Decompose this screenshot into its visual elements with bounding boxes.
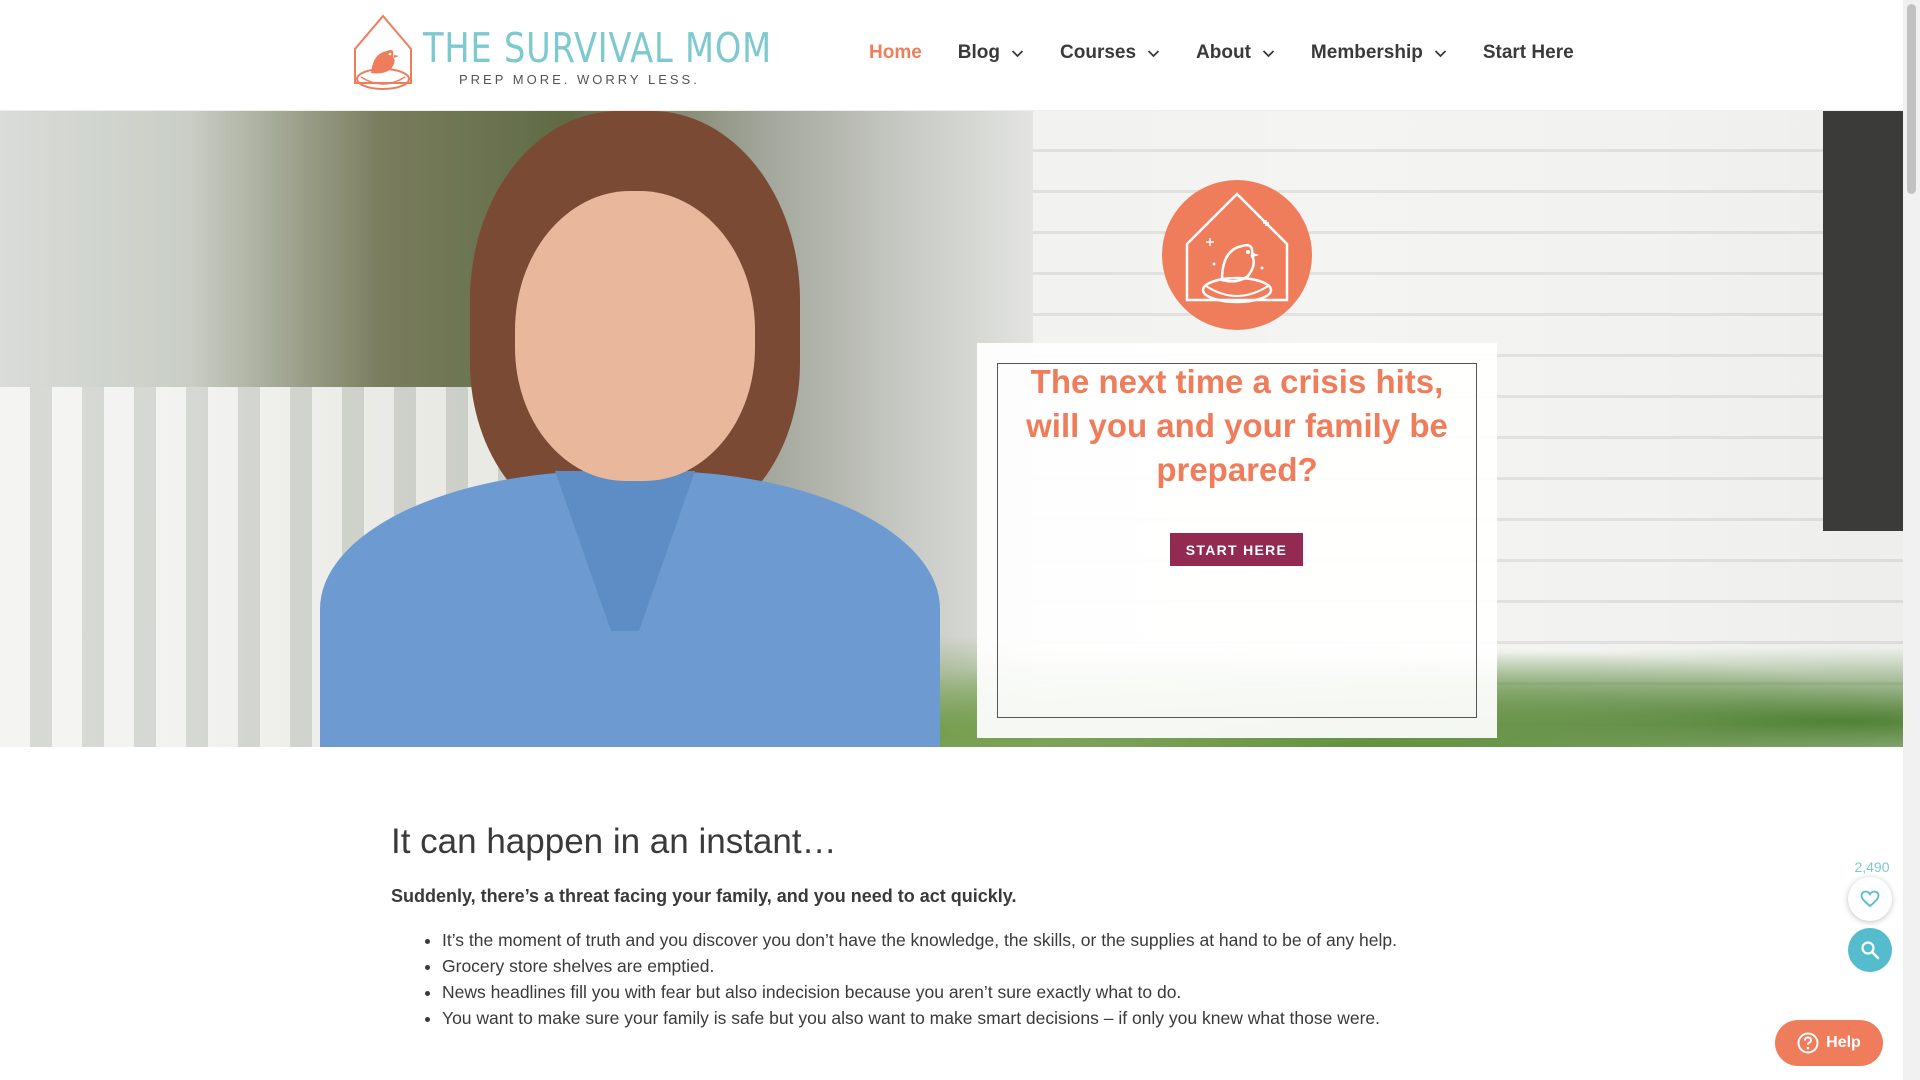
nav-item-about[interactable]: About — [1196, 42, 1275, 64]
hero-background-window — [1823, 111, 1903, 531]
main-nav: Home Blog Courses About Membership Start… — [869, 42, 1574, 64]
nav-item-label: Home — [869, 42, 922, 63]
page-scrollbar[interactable] — [1903, 0, 1920, 1080]
list-item: It’s the moment of truth and you discove… — [442, 927, 1551, 953]
nav-item-blog[interactable]: Blog — [958, 42, 1024, 64]
nav-item-label: Courses — [1060, 42, 1137, 63]
scrollbar-thumb[interactable] — [1907, 4, 1916, 194]
logo-title: THE SURVIVAL MOM — [423, 23, 772, 72]
nav-item-label: Blog — [957, 42, 1001, 63]
nav-item-label: About — [1196, 42, 1251, 63]
hero-headline: The next time a crisis hits, will you an… — [1026, 363, 1448, 488]
list-item: Grocery store shelves are emptied. — [442, 953, 1551, 979]
chevron-down-icon — [1434, 49, 1446, 57]
chevron-down-icon — [1147, 49, 1160, 57]
content-heading: It can happen in an instant… — [391, 822, 837, 861]
heart-icon — [1860, 890, 1880, 908]
nav-item-label: Start Here — [1482, 42, 1574, 63]
content-list: It’s the moment of truth and you discove… — [442, 927, 1551, 1031]
like-count: 2,490 — [1854, 859, 1890, 875]
nav-item-home[interactable]: Home — [869, 42, 922, 64]
nav-item-membership[interactable]: Membership — [1311, 42, 1447, 64]
nav-item-label: Membership — [1310, 42, 1423, 63]
person-face — [515, 191, 755, 481]
hero-banner — [0, 111, 1903, 747]
like-button[interactable] — [1848, 877, 1892, 921]
site-logo[interactable]: THE SURVIVAL MOM PREP MORE. WORRY LESS. — [349, 12, 771, 100]
help-label: Help — [1826, 1034, 1861, 1051]
logo-tagline: PREP MORE. WORRY LESS. — [459, 71, 700, 87]
list-item: News headlines fill you with fear but al… — [442, 979, 1551, 1005]
birdhouse-icon — [1162, 180, 1312, 330]
site-header: THE SURVIVAL MOM PREP MORE. WORRY LESS. … — [0, 0, 1903, 111]
nav-item-start-here[interactable]: Start Here — [1483, 42, 1574, 64]
main-content: It can happen in an instant… Suddenly, t… — [391, 820, 1551, 1031]
list-item: You want to make sure your family is saf… — [442, 1005, 1551, 1031]
help-button[interactable]: Help — [1775, 1020, 1883, 1066]
search-icon — [1861, 941, 1880, 960]
nav-item-courses[interactable]: Courses — [1060, 42, 1160, 64]
start-here-button[interactable]: START HERE — [1170, 533, 1303, 566]
question-mark-icon — [1797, 1032, 1819, 1054]
chevron-down-icon — [1262, 49, 1275, 57]
bird-in-nest-icon — [354, 14, 412, 90]
search-button[interactable] — [1848, 928, 1892, 972]
hero-photo-woman — [300, 111, 940, 747]
content-lead: Suddenly, there’s a threat facing your f… — [391, 886, 1017, 906]
chevron-down-icon — [1011, 49, 1024, 57]
